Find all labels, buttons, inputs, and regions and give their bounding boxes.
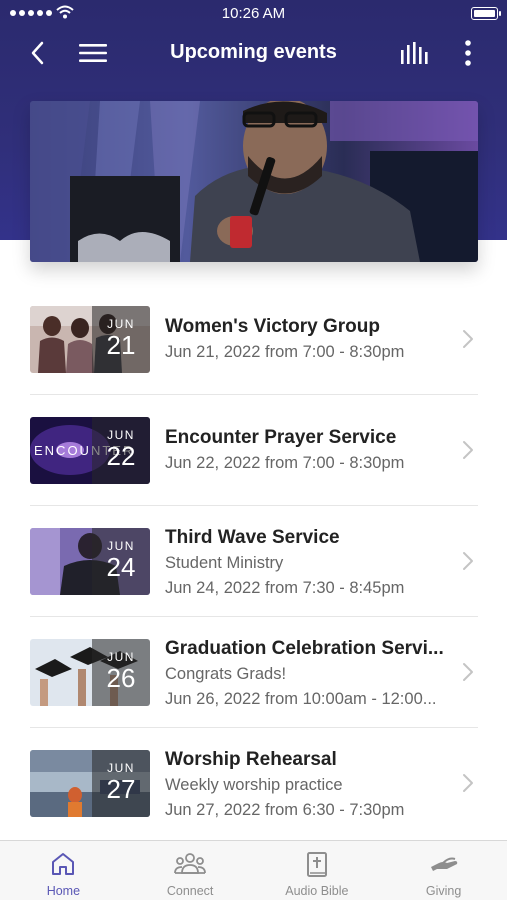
speaker-photo [30,101,478,262]
status-time: 10:26 AM [221,5,286,22]
date-badge: JUN 24 [92,528,150,595]
event-title: Worship Rehearsal [165,749,337,770]
event-row[interactable]: JUN 24 Third Wave Service Student Minist… [30,506,478,617]
date-badge: JUN 21 [92,306,150,373]
navbar: Upcoming events [0,28,507,78]
event-thumbnail: JUN 27 [30,750,150,817]
chevron-right-icon [463,774,473,792]
event-date: Jun 22, 2022 from 7:00 - 8:30pm [165,454,405,472]
chevron-right-icon [463,663,473,681]
tab-label: Home [46,884,81,898]
event-date: Jun 21, 2022 from 7:00 - 8:30pm [165,343,405,361]
event-title: Third Wave Service [165,527,340,548]
date-badge: JUN 22 [92,417,150,484]
date-month: JUN [107,761,135,775]
event-date: Jun 26, 2022 from 10:00am - 12:00... [165,690,437,708]
date-month: JUN [107,539,135,553]
date-day: 22 [106,441,136,471]
event-title: Encounter Prayer Service [165,427,397,448]
tab-bar: Home Connect Audio Bible Giving [0,840,507,900]
tab-label: Connect [166,884,214,898]
audio-bars-icon [401,42,428,64]
more-options-button[interactable] [453,38,483,68]
tab-label: Audio Bible [285,884,349,898]
event-subtitle: Congrats Grads! [165,665,287,683]
giving-hand-icon [430,857,457,871]
chevron-right-icon [463,552,473,570]
tab-audio-bible[interactable]: Audio Bible [254,841,381,900]
event-title: Graduation Celebration Servi... [165,638,444,659]
event-thumbnail: ENCOUNTER JUN 22 [30,417,150,484]
date-day: 27 [106,774,136,804]
event-thumbnail: JUN 21 [30,306,150,373]
date-day: 24 [106,552,136,582]
event-row[interactable]: JUN 27 Worship Rehearsal Weekly worship … [30,728,478,839]
tab-label: Giving [425,884,462,898]
chevron-right-icon [463,441,473,459]
chevron-right-icon [463,330,473,348]
tab-home[interactable]: Home [0,841,127,900]
date-badge: JUN 26 [92,639,150,706]
status-bar: 10:26 AM [0,0,507,28]
audio-button[interactable] [399,38,431,68]
battery-icon [471,7,501,20]
hero-image[interactable] [30,101,478,262]
event-row[interactable]: ENCOUNTER JUN 22 Encounter Prayer Servic… [30,395,478,506]
event-title: Women's Victory Group [165,316,380,337]
event-subtitle: Student Ministry [165,554,284,572]
more-vertical-icon [465,40,471,66]
bible-icon [306,852,327,877]
event-row[interactable]: JUN 21 Women's Victory Group Jun 21, 202… [30,284,478,395]
event-date: Jun 27, 2022 from 6:30 - 7:30pm [165,801,405,819]
date-day: 26 [106,663,136,693]
date-day: 21 [106,330,136,360]
tab-connect[interactable]: Connect [127,841,254,900]
event-subtitle: Weekly worship practice [165,776,343,794]
tab-giving[interactable]: Giving [380,841,507,900]
event-thumbnail: JUN 24 [30,528,150,595]
people-icon [174,853,207,874]
event-row[interactable]: JUN 26 Graduation Celebration Servi... C… [30,617,478,728]
event-thumbnail: JUN 26 [30,639,150,706]
date-badge: JUN 27 [92,750,150,817]
home-icon [52,853,75,875]
date-month: JUN [107,317,135,331]
date-month: JUN [107,428,135,442]
event-date: Jun 24, 2022 from 7:30 - 8:45pm [165,579,405,597]
events-list: JUN 21 Women's Victory Group Jun 21, 202… [30,284,478,839]
date-month: JUN [107,650,135,664]
